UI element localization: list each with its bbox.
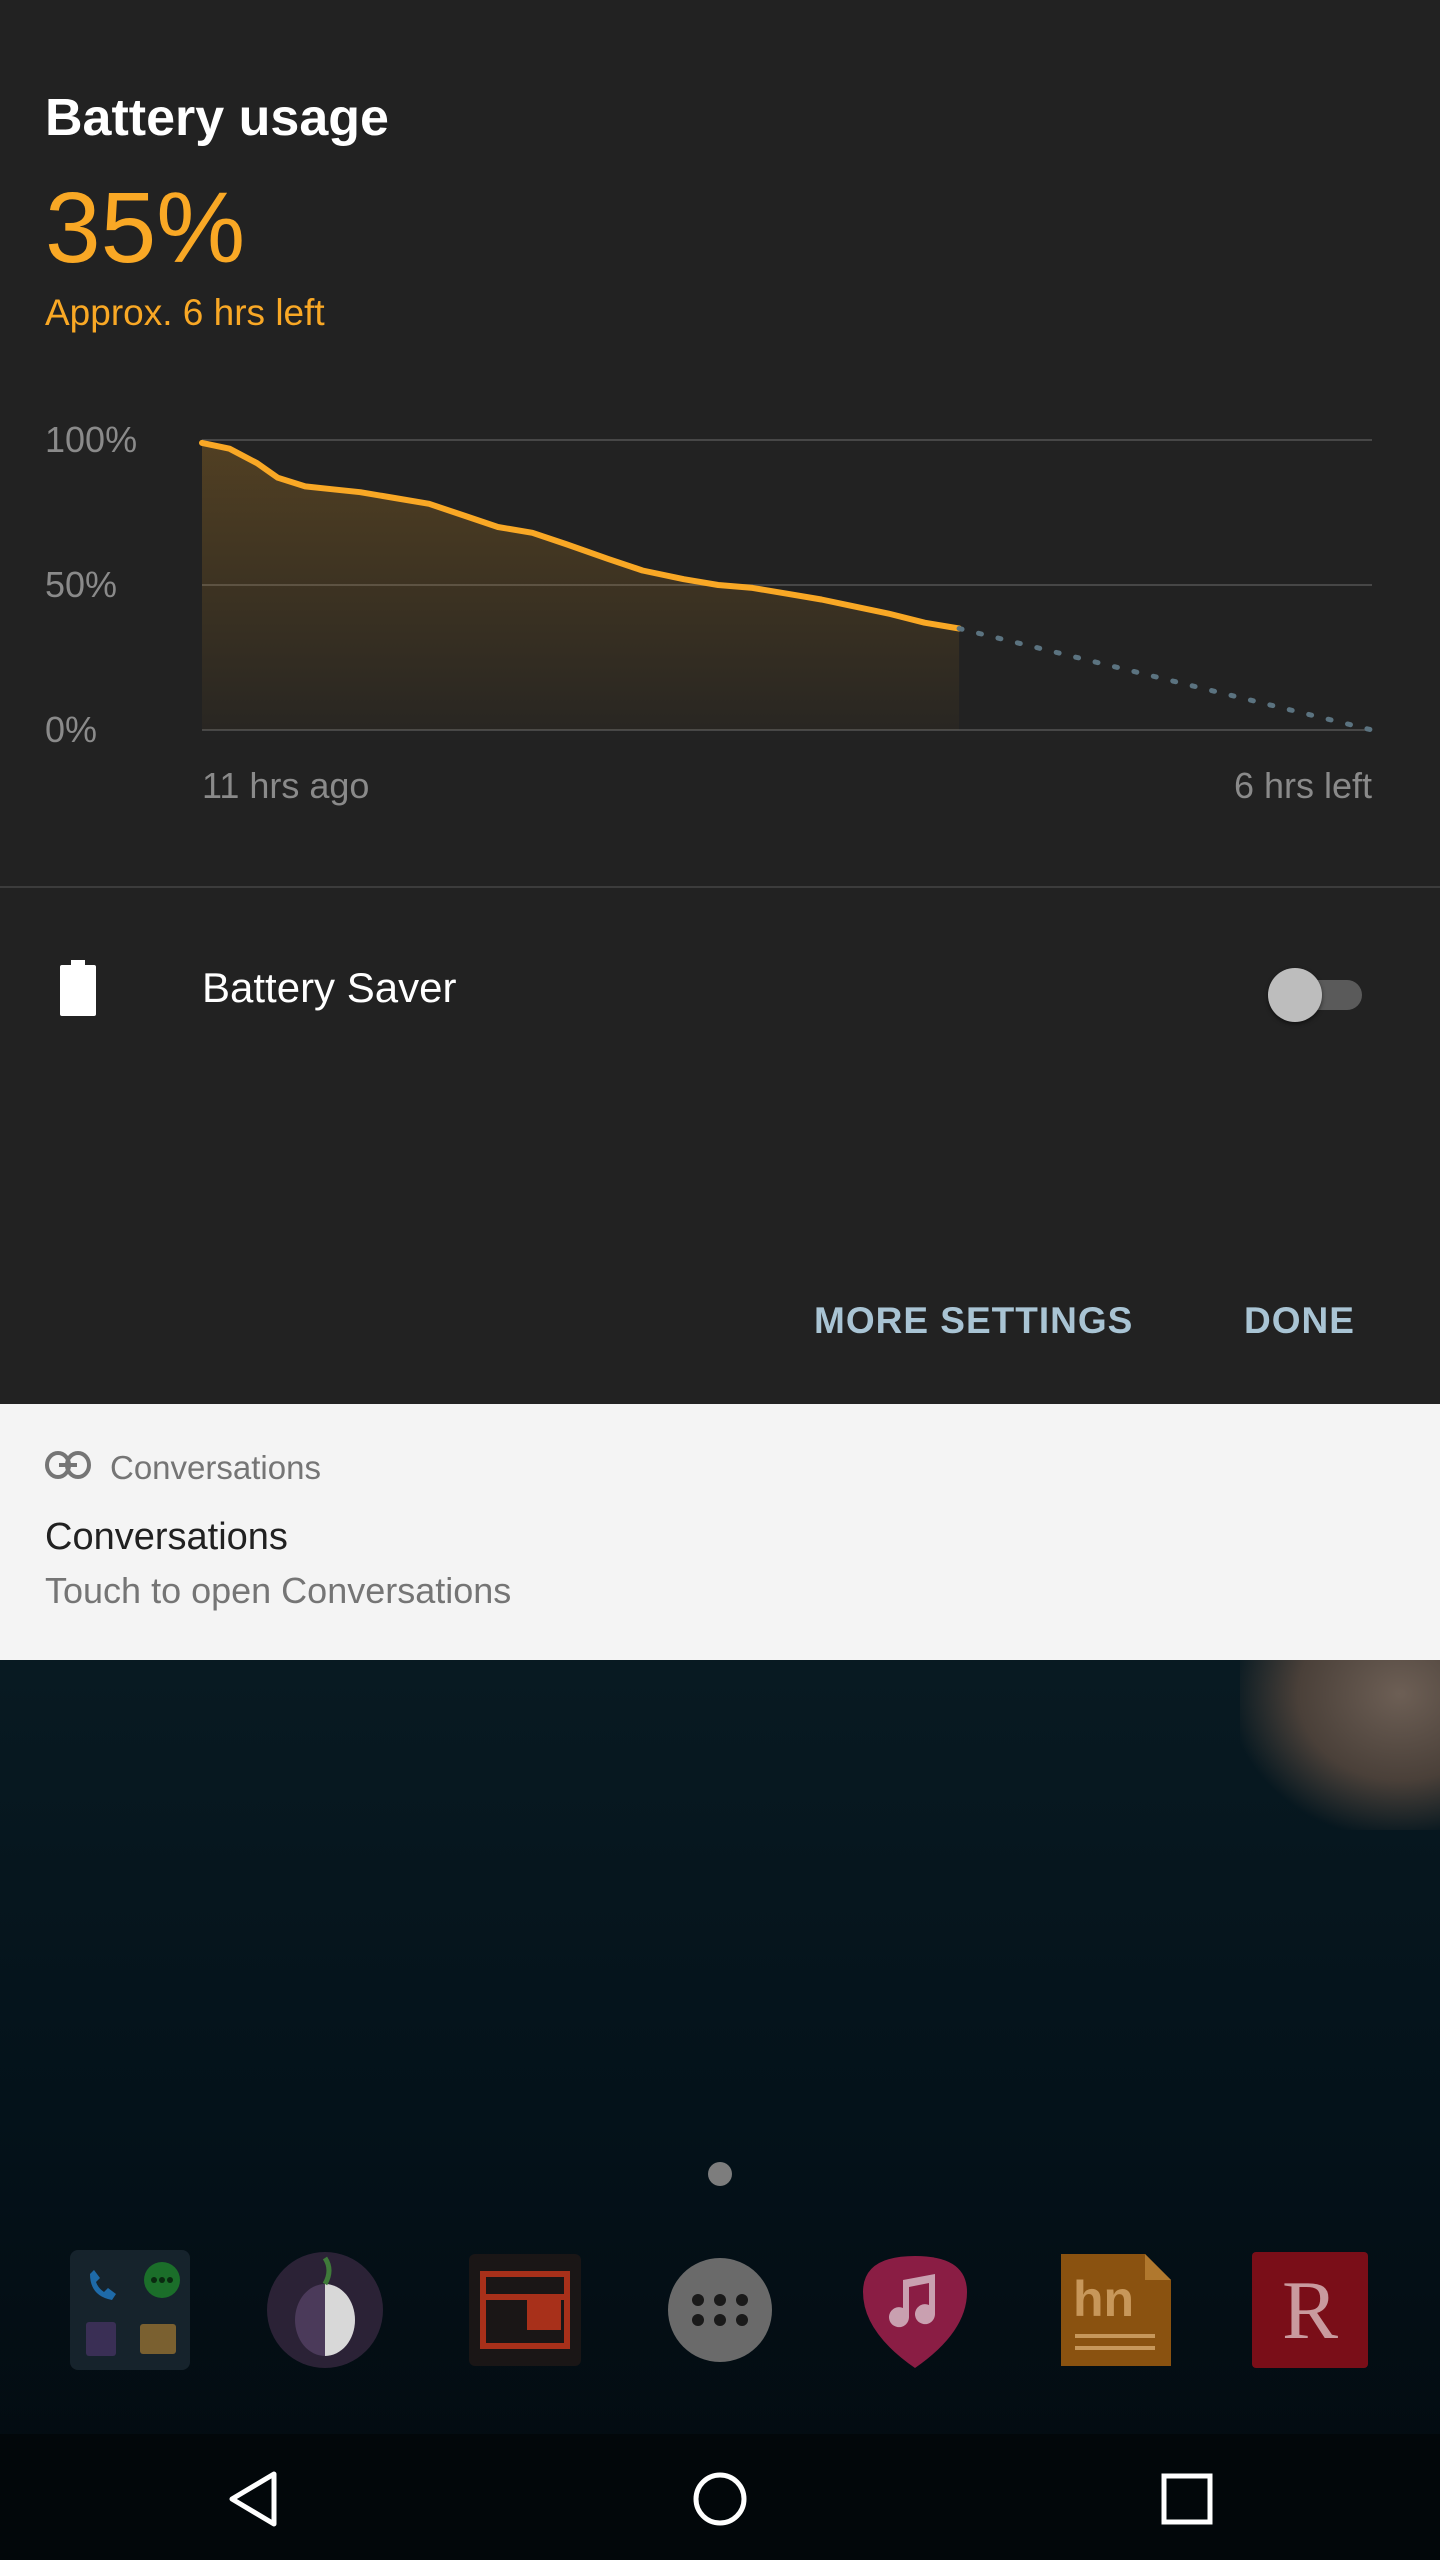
- x-label-end: 6 hrs left: [1234, 765, 1372, 806]
- battery-saver-label: Battery Saver: [202, 964, 457, 1011]
- app-dock: hn R: [0, 2240, 1440, 2380]
- y-tick-label: 0%: [45, 709, 97, 750]
- tor-onion-icon[interactable]: [265, 2250, 385, 2370]
- news-reader-icon[interactable]: [465, 2250, 585, 2370]
- phone-messages-folder-icon[interactable]: [70, 2250, 190, 2370]
- done-button[interactable]: DONE: [1244, 1300, 1355, 1342]
- divider: [0, 886, 1440, 888]
- home-wallpaper: [0, 1660, 1440, 2560]
- svg-text:R: R: [1282, 2264, 1338, 2357]
- notification-title: Conversations: [45, 1516, 288, 1558]
- battery-percent: 35%: [45, 172, 246, 284]
- notification-text: Touch to open Conversations: [45, 1570, 512, 1611]
- more-settings-button[interactable]: MORE SETTINGS: [814, 1300, 1133, 1342]
- notification-app-name: Conversations: [110, 1449, 321, 1486]
- toggle-thumb: [1268, 968, 1322, 1022]
- y-tick-label: 50%: [45, 564, 117, 605]
- battery-chart[interactable]: 100% 50% 0% 11 hrs ago 6 hrs left: [0, 400, 1440, 820]
- app-drawer-icon[interactable]: [660, 2250, 780, 2370]
- battery-estimate: Approx. 6 hrs left: [45, 292, 325, 333]
- link-icon: [45, 1451, 91, 1479]
- notification-card[interactable]: Conversations Conversations Touch to ope…: [0, 1404, 1440, 1660]
- x-label-start: 11 hrs ago: [202, 765, 369, 806]
- hacker-news-icon[interactable]: hn: [1055, 2250, 1175, 2370]
- wallpaper-rock: [1240, 1660, 1440, 1830]
- battery-saver-toggle[interactable]: [1268, 966, 1368, 1022]
- panel-title: Battery usage: [45, 89, 389, 147]
- recents-icon[interactable]: [1152, 2464, 1222, 2534]
- svg-text:hn: hn: [1073, 2271, 1134, 2327]
- battery-icon: [60, 960, 96, 1016]
- battery-projection-line: [956, 626, 1375, 733]
- home-icon[interactable]: [685, 2464, 755, 2534]
- back-icon[interactable]: [218, 2464, 288, 2534]
- battery-saver-row[interactable]: Battery Saver: [0, 930, 1440, 1050]
- navigation-bar: [0, 2434, 1440, 2560]
- battery-panel: Battery usage 35% Approx. 6 hrs left 100…: [0, 0, 1440, 1404]
- music-icon[interactable]: [855, 2250, 975, 2370]
- page-indicator: [708, 2162, 732, 2186]
- reddit-r-icon[interactable]: R: [1250, 2250, 1370, 2370]
- y-tick-label: 100%: [45, 419, 137, 460]
